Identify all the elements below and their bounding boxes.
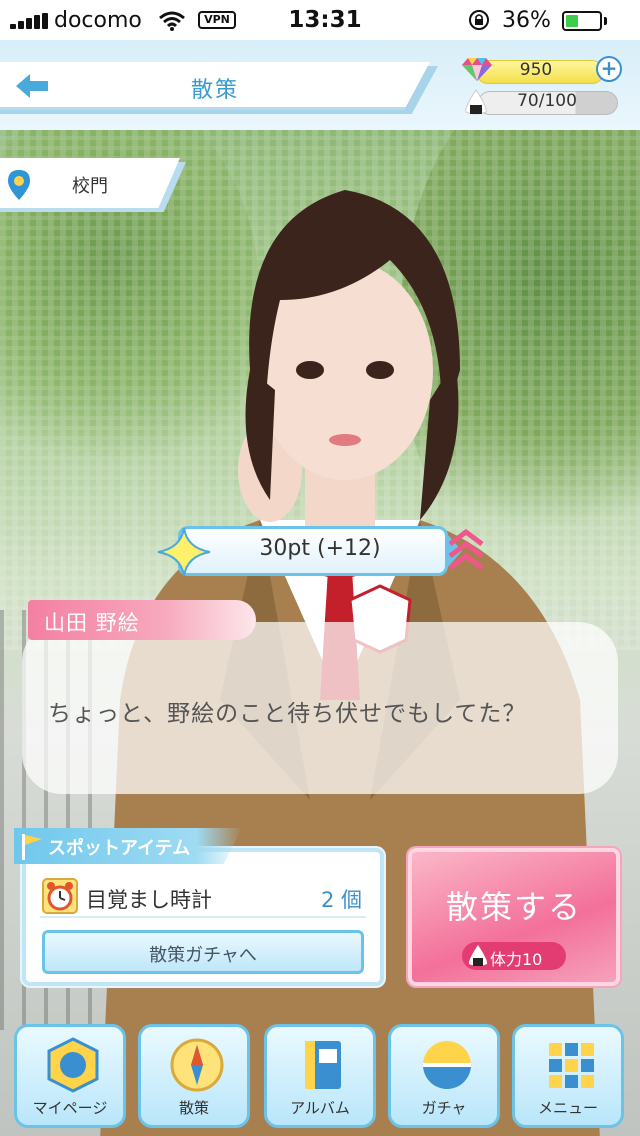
album-icon — [305, 1041, 341, 1089]
map-pin-icon — [8, 170, 30, 200]
dialogue-text: ちょっと、野絵のこと待ち伏せでもしてた？ — [48, 701, 527, 727]
nav-walk[interactable]: 散策 — [138, 1024, 250, 1128]
stamina-counter: 70/100 — [462, 88, 622, 116]
page-title: 散策 — [190, 78, 239, 103]
nav-menu[interactable]: メニュー — [512, 1024, 624, 1128]
spot-item-title: スポットアイテム — [48, 838, 191, 859]
nav-label: メニュー — [537, 1099, 598, 1117]
nav-label: マイページ — [32, 1099, 108, 1117]
location-name: 校門 — [72, 176, 108, 197]
header: 散策 950 + 70/100 — [0, 40, 640, 130]
walk-gacha-label[interactable]: 散策ガチャへ — [42, 941, 364, 967]
walk-cost: 体力10 — [490, 950, 543, 969]
battery-icon — [562, 11, 602, 31]
vpn-badge: VPN — [198, 11, 236, 29]
badge-icon — [47, 1037, 99, 1093]
menu-grid-icon — [549, 1043, 594, 1088]
nav-label: ガチャ — [421, 1099, 467, 1117]
add-gems-button[interactable]: + — [596, 56, 622, 82]
status-bar: docomo VPN 13:31 36% — [0, 0, 640, 40]
gacha-capsule-icon — [423, 1041, 471, 1089]
compass-icon — [170, 1038, 224, 1092]
battery-tip — [604, 17, 607, 25]
battery-percent: 36% — [502, 8, 551, 33]
nav-label: 散策 — [178, 1099, 209, 1117]
carrier-name: docomo — [54, 8, 142, 33]
flag-icon — [22, 834, 42, 860]
item-count: 2 個 — [320, 888, 362, 912]
points-text: 30pt (+12) — [259, 536, 381, 561]
onigiri-icon — [465, 89, 487, 115]
rotation-lock-icon — [469, 10, 489, 30]
alarm-clock-icon — [42, 878, 78, 914]
gem-icon — [462, 58, 492, 81]
stamina-value: 70/100 — [517, 91, 577, 111]
nav-label: アルバム — [290, 1099, 350, 1117]
sparkle-icon — [157, 527, 211, 577]
nav-album[interactable]: アルバム — [264, 1024, 376, 1128]
chevron-up-icon — [448, 528, 484, 570]
gem-counter: 950 + — [462, 56, 622, 86]
speaker-name: 山田 野絵 — [44, 611, 140, 635]
nav-mypage[interactable]: マイページ — [14, 1024, 126, 1128]
wifi-icon — [159, 11, 185, 31]
gem-count: 950 — [519, 60, 553, 80]
arrow-left-icon[interactable] — [14, 72, 50, 100]
nav-gacha[interactable]: ガチャ — [388, 1024, 500, 1128]
onigiri-icon — [468, 945, 488, 966]
item-name: 目覚まし時計 — [86, 888, 212, 912]
walk-button-label[interactable]: 散策する — [408, 882, 620, 928]
clock: 13:31 — [288, 7, 362, 33]
signal-icon — [10, 13, 50, 29]
